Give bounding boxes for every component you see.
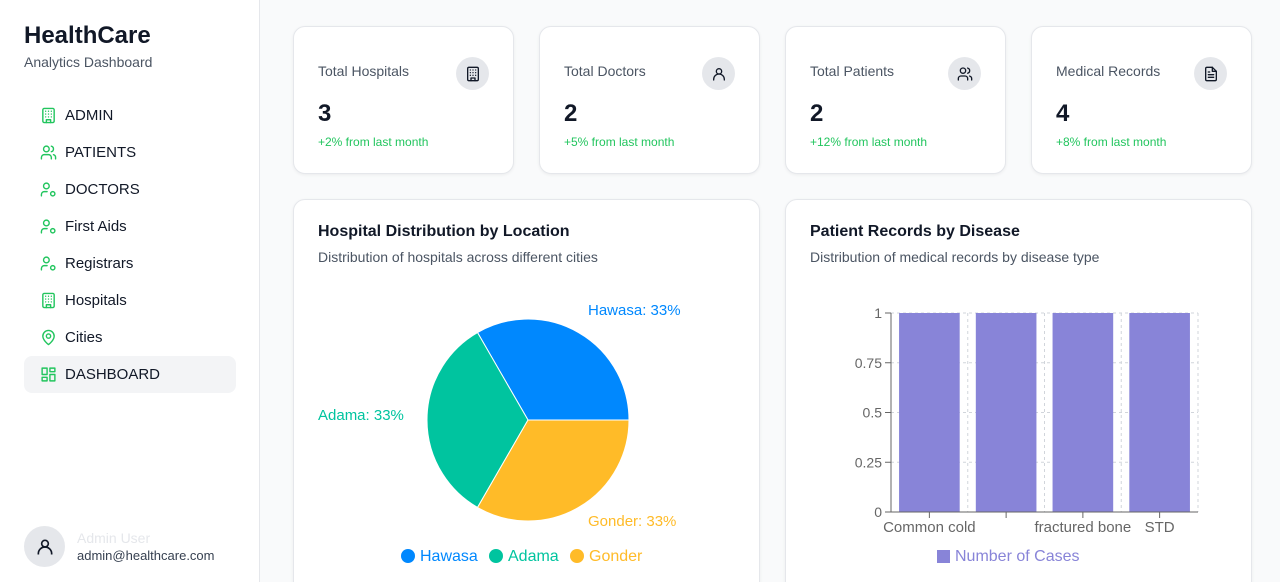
brand: HealthCare Analytics Dashboard [24, 22, 152, 70]
user-icon [37, 539, 52, 554]
stat-value: 4 [1056, 100, 1070, 127]
sidebar: HealthCare Analytics Dashboard ADMIN PAT… [0, 0, 260, 582]
sidebar-item-first-aids[interactable]: First Aids [24, 208, 236, 245]
bar[interactable] [1052, 313, 1114, 512]
sidebar-item-dashboard[interactable]: DASHBOARD [24, 356, 236, 393]
disease-records-card: Patient Records by Disease Distribution … [785, 199, 1252, 582]
sidebar-item-label: ADMIN [65, 107, 114, 124]
legend-marker [570, 549, 584, 563]
stat-value: 2 [810, 100, 824, 127]
app-title: HealthCare [24, 22, 151, 49]
pie-chart: Hawasa: 33% Adama: 33% Gonder: 33% Hawasa Ad… [318, 302, 681, 565]
sidebar-item-registrars[interactable]: Registrars [24, 245, 236, 282]
legend-marker [937, 550, 950, 563]
sidebar-item-patients[interactable]: PATIENTS [24, 134, 236, 171]
user-icon [702, 57, 735, 90]
stat-label: Total Hospitals [318, 63, 410, 79]
user-info: Admin User admin@healthcare.com [77, 529, 214, 565]
stat-value: 2 [564, 100, 578, 127]
stat-label: Medical Records [1056, 63, 1161, 79]
file-text-icon [1194, 57, 1227, 90]
x-tick-label: Common cold [883, 519, 976, 536]
sidebar-item-doctors[interactable]: DOCTORS [24, 171, 236, 208]
app-subtitle: Analytics Dashboard [24, 54, 153, 70]
sidebar-item-label: Cities [65, 329, 103, 346]
sidebar-item-label: Hospitals [65, 292, 127, 309]
user-cog-icon [40, 181, 57, 198]
y-tick-label: 0.5 [863, 405, 883, 421]
bar[interactable] [975, 313, 1037, 512]
sidebar-item-label: PATIENTS [65, 144, 137, 161]
sidebar-item-label: DOCTORS [65, 181, 140, 198]
hospital-distribution-card: Hospital Distribution by Location Distri… [293, 199, 760, 582]
stat-label: Total Doctors [564, 63, 646, 79]
building-icon [40, 107, 57, 124]
avatar [24, 526, 65, 567]
pie-slice-label: Hawasa: 33% [588, 302, 681, 319]
user-cog-icon [40, 255, 57, 272]
user-name: Admin User [77, 529, 151, 546]
sidebar-item-admin[interactable]: ADMIN [24, 97, 236, 134]
legend-label: Number of Cases [955, 548, 1080, 565]
y-tick-label: 1 [874, 305, 882, 321]
stat-change: +8% from last month [1056, 135, 1167, 149]
user-cog-icon [40, 218, 57, 235]
sidebar-item-label: Registrars [65, 255, 134, 272]
y-tick-label: 0.25 [855, 454, 882, 470]
y-tick-label: 0.75 [855, 355, 882, 371]
x-tick-label: STD [1145, 519, 1175, 536]
pie-slice-label: Gonder: 33% [588, 513, 676, 530]
users-icon [948, 57, 981, 90]
bar-chart: 0 0.25 0.5 0.75 1 Common cold fractured bone ST… [855, 305, 1199, 565]
building-icon [40, 292, 57, 309]
users-icon [40, 144, 57, 161]
pie-slice-label: Adama: 33% [318, 407, 404, 424]
stat-change: +12% from last month [810, 135, 928, 149]
sidebar-item-label: First Aids [65, 218, 127, 235]
legend-label: Hawasa [420, 548, 478, 565]
stat-card-records: Medical Records 4 +8% from last month [1031, 26, 1252, 174]
stat-change: +5% from last month [564, 135, 675, 149]
legend-marker [401, 549, 415, 563]
stat-card-hospitals: Total Hospitals 3 +2% from last month [293, 26, 514, 174]
x-tick-label: fractured bone [1035, 519, 1132, 536]
stat-card-patients: Total Patients 2 +12% from last month [785, 26, 1006, 174]
layout-grid-icon [40, 366, 57, 383]
y-tick-label: 0 [874, 504, 882, 520]
sidebar-item-label: DASHBOARD [65, 366, 161, 383]
bar[interactable] [1129, 313, 1190, 512]
sidebar-item-cities[interactable]: Cities [24, 319, 236, 356]
sidebar-nav: ADMIN PATIENTS DOCTORS First Aids Regist… [24, 97, 236, 393]
building-icon [456, 57, 489, 90]
bar[interactable] [899, 313, 960, 512]
legend-marker [489, 549, 503, 563]
map-pin-icon [40, 329, 57, 346]
stat-value: 3 [318, 100, 332, 127]
sidebar-item-hospitals[interactable]: Hospitals [24, 282, 236, 319]
stat-card-doctors: Total Doctors 2 +5% from last month [539, 26, 760, 174]
legend-label: Gonder [589, 548, 643, 565]
stat-label: Total Patients [810, 63, 895, 79]
legend-label: Adama [508, 548, 559, 565]
user-email: admin@healthcare.com [77, 547, 215, 563]
stat-change: +2% from last month [318, 135, 429, 149]
user-profile[interactable]: Admin User admin@healthcare.com [24, 526, 214, 567]
